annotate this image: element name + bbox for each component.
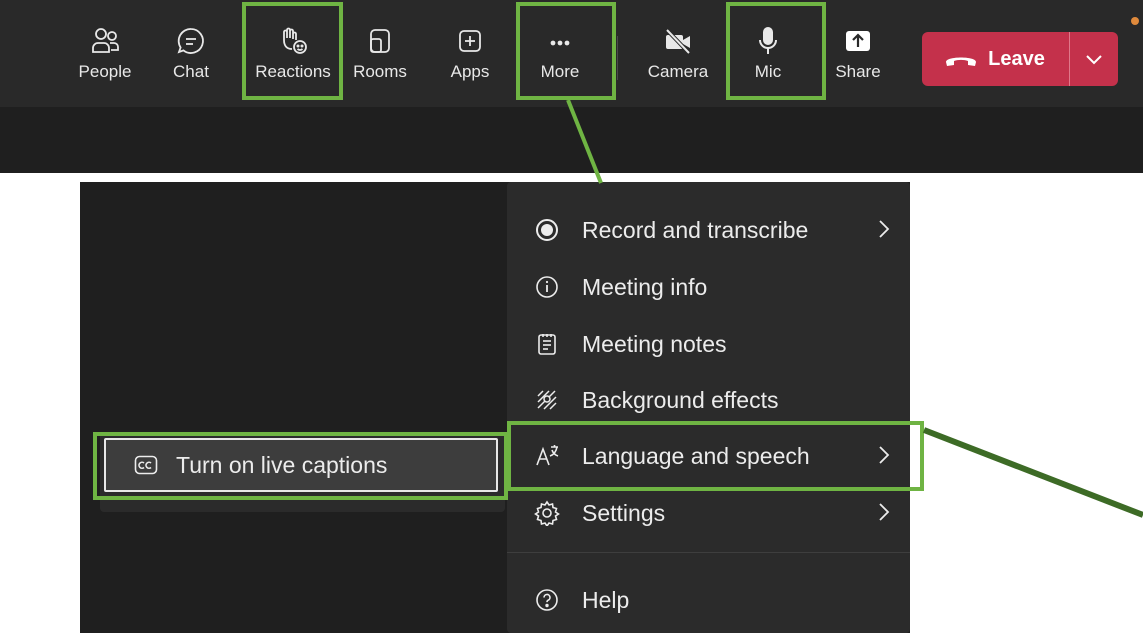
callout-line-language <box>922 427 1143 518</box>
callout-line-more <box>566 99 603 184</box>
callout-lines <box>566 99 1143 518</box>
